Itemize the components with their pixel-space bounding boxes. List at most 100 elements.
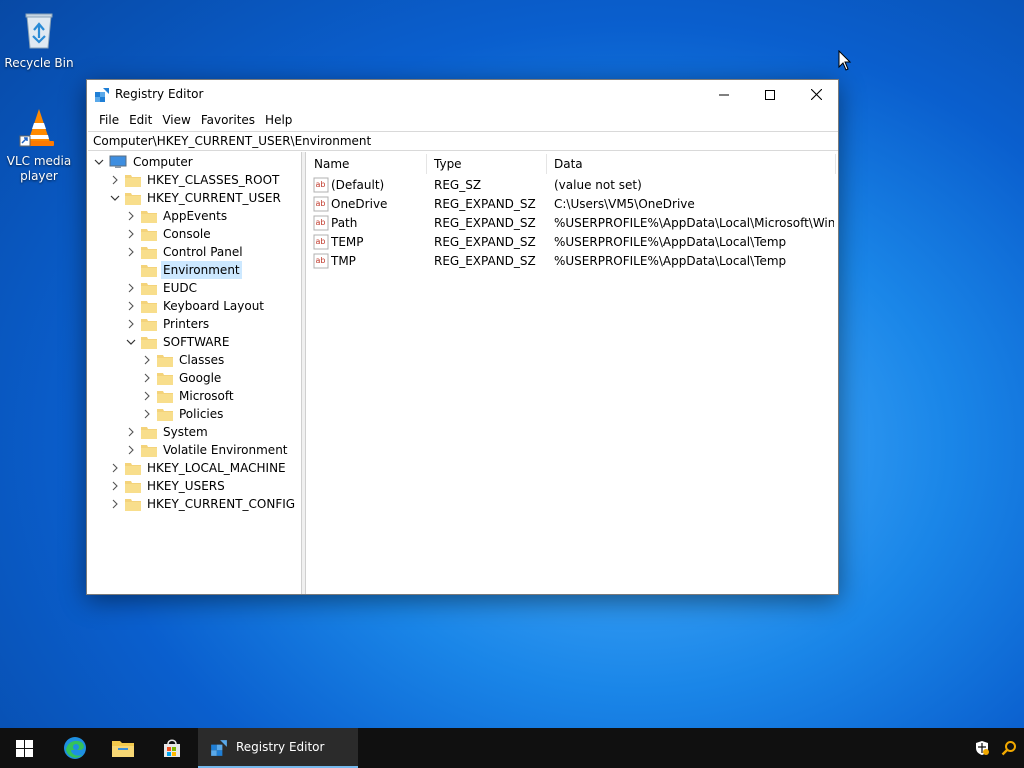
start-button[interactable] <box>0 728 48 768</box>
menu-view[interactable]: View <box>157 109 195 131</box>
title-bar[interactable]: Registry Editor <box>87 80 838 109</box>
tree-node[interactable]: Policies <box>141 405 225 423</box>
string-value-icon: ab <box>313 234 329 250</box>
value-row[interactable]: ab TEMP REG_EXPAND_SZ %USERPROFILE%\AppData… <box>307 233 838 252</box>
chevron-right-icon[interactable] <box>125 444 137 456</box>
tree-node[interactable]: Environment <box>125 261 242 279</box>
vlc-cone-icon <box>17 106 61 150</box>
tree-node-label: HKEY_CLASSES_ROOT <box>147 173 280 187</box>
chevron-right-icon[interactable] <box>109 498 121 510</box>
tree-node[interactable]: Volatile Environment <box>125 441 290 459</box>
tree-node-label: Microsoft <box>179 389 234 403</box>
value-name: TEMP <box>331 235 364 249</box>
tree-node[interactable]: EUDC <box>125 279 199 297</box>
value-name: (Default) <box>331 178 385 192</box>
values-list[interactable]: Name Type Data ab (Default) REG_SZ (value n… <box>307 152 838 594</box>
value-data: %USERPROFILE%\AppData\Local\Microsoft\Wi… <box>554 216 834 230</box>
tree-node[interactable]: Keyboard Layout <box>125 297 266 315</box>
tree-node[interactable]: System <box>125 423 210 441</box>
tree-node[interactable]: HKEY_USERS <box>109 477 227 495</box>
tree-node[interactable]: HKEY_LOCAL_MACHINE <box>109 459 288 477</box>
chevron-right-icon[interactable] <box>109 462 121 474</box>
taskbar-registry-editor[interactable]: Registry Editor <box>198 728 358 768</box>
chevron-down-icon[interactable] <box>109 192 121 204</box>
taskbar-store[interactable] <box>149 728 195 768</box>
close-button[interactable] <box>793 80 839 109</box>
svg-text:ab: ab <box>316 237 326 246</box>
tray-search[interactable] <box>996 728 1022 768</box>
value-type: REG_EXPAND_SZ <box>434 235 536 249</box>
chevron-right-icon[interactable] <box>141 354 153 366</box>
registry-editor-window[interactable]: Registry Editor File Edit View Favorites… <box>86 79 839 595</box>
folder-icon <box>125 462 141 475</box>
security-shield-icon <box>976 741 989 755</box>
menu-help[interactable]: Help <box>260 109 297 131</box>
svg-text:ab: ab <box>316 199 326 208</box>
value-row[interactable]: ab (Default) REG_SZ (value not set) <box>307 176 838 195</box>
folder-icon <box>157 354 173 367</box>
menu-file[interactable]: File <box>94 109 124 131</box>
tree-node-label: Printers <box>163 317 210 331</box>
chevron-right-icon[interactable] <box>125 318 137 330</box>
value-row[interactable]: ab OneDrive REG_EXPAND_SZ C:\Users\VM5\OneD… <box>307 195 838 214</box>
chevron-right-icon[interactable] <box>125 282 137 294</box>
tree-node[interactable]: AppEvents <box>125 207 229 225</box>
menu-favorites[interactable]: Favorites <box>196 109 260 131</box>
maximize-button[interactable] <box>747 80 793 109</box>
chevron-right-icon[interactable] <box>109 174 121 186</box>
column-header-data[interactable]: Data <box>547 154 836 174</box>
tree-node[interactable]: Classes <box>141 351 226 369</box>
pane-splitter[interactable] <box>302 152 306 594</box>
chevron-right-icon[interactable] <box>125 300 137 312</box>
chevron-right-icon[interactable] <box>141 390 153 402</box>
menu-edit[interactable]: Edit <box>124 109 157 131</box>
tree-node-label: EUDC <box>163 281 197 295</box>
tree-node-computer[interactable]: Computer <box>93 153 195 171</box>
folder-icon <box>141 300 157 313</box>
minimize-icon <box>719 94 729 95</box>
chevron-right-icon[interactable] <box>141 372 153 384</box>
tree-node[interactable]: Google <box>141 369 223 387</box>
tree-node[interactable]: Control Panel <box>125 243 245 261</box>
desktop-icon-vlc[interactable]: VLC media player <box>1 106 77 184</box>
value-name: OneDrive <box>331 197 388 211</box>
address-bar[interactable]: Computer\HKEY_CURRENT_USER\Environment <box>88 131 838 151</box>
column-header-type[interactable]: Type <box>427 154 547 174</box>
tree-node[interactable]: Console <box>125 225 213 243</box>
column-header-name[interactable]: Name <box>307 154 427 174</box>
taskbar-edge[interactable] <box>52 728 98 768</box>
desktop-icon-recycle-bin[interactable]: Recycle Bin <box>1 8 77 71</box>
folder-icon <box>125 192 141 205</box>
value-row[interactable]: ab TMP REG_EXPAND_SZ %USERPROFILE%\AppData\… <box>307 252 838 271</box>
folder-icon <box>141 318 157 331</box>
registry-tree[interactable]: Computer HKEY_CLASSES_ROOT HKEY_CURRENT_U… <box>87 152 302 594</box>
chevron-right-icon[interactable] <box>125 210 137 222</box>
tree-node-label: SOFTWARE <box>163 335 230 349</box>
tree-node-label: Keyboard Layout <box>163 299 265 313</box>
tray-security[interactable] <box>968 728 996 768</box>
tree-node[interactable]: SOFTWARE <box>125 333 231 351</box>
taskbar-file-explorer[interactable] <box>100 728 146 768</box>
tree-node[interactable]: HKEY_CURRENT_USER <box>109 189 283 207</box>
tree-node-label: System <box>163 425 208 439</box>
chevron-right-icon[interactable] <box>125 246 137 258</box>
folder-icon <box>141 444 157 457</box>
folder-icon <box>157 390 173 403</box>
maximize-icon <box>765 89 775 100</box>
chevron-right-icon[interactable] <box>125 426 137 438</box>
chevron-down-icon[interactable] <box>93 156 105 168</box>
chevron-right-icon[interactable] <box>125 228 137 240</box>
tree-node-label: Environment <box>161 261 242 279</box>
chevron-right-icon[interactable] <box>109 480 121 492</box>
minimize-button[interactable] <box>701 80 747 109</box>
chevron-down-icon[interactable] <box>125 336 137 348</box>
value-row[interactable]: ab Path REG_EXPAND_SZ %USERPROFILE%\AppData… <box>307 214 838 233</box>
tree-node[interactable]: HKEY_CLASSES_ROOT <box>109 171 281 189</box>
tree-node[interactable]: Microsoft <box>141 387 236 405</box>
tree-node[interactable]: Printers <box>125 315 211 333</box>
tree-node-label: Control Panel <box>163 245 243 259</box>
chevron-right-icon[interactable] <box>141 408 153 420</box>
string-value-icon: ab <box>313 253 329 269</box>
desktop-icon-label: Recycle Bin <box>4 56 74 70</box>
tree-node[interactable]: HKEY_CURRENT_CONFIG <box>109 495 297 513</box>
